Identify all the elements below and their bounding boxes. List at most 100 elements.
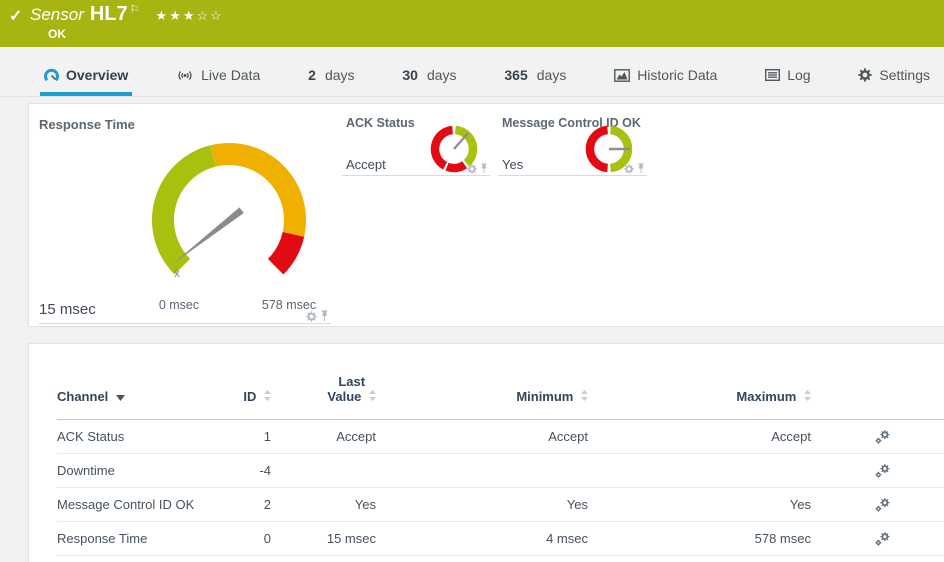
sensor-title-prefix: Sensor xyxy=(30,5,84,24)
gauge-title: Response Time xyxy=(39,117,135,132)
sensor-header: ✓ Sensor HL7⚐ ★★★☆☆ OK xyxy=(0,0,944,47)
tab-log[interactable]: Log xyxy=(761,57,814,96)
tab-label: Settings xyxy=(879,67,930,83)
gauge-settings-gear-icon[interactable] xyxy=(624,164,634,174)
average-marker: x̄ xyxy=(174,268,180,280)
stars-filled: ★★★ xyxy=(156,8,197,23)
column-header-last-value[interactable]: Last Value xyxy=(271,368,376,420)
cell-maximum: Yes xyxy=(588,488,811,522)
column-label: Last xyxy=(338,374,365,389)
gear-icon xyxy=(858,68,872,82)
tab-label: Historic Data xyxy=(637,67,717,83)
cell-channel[interactable]: Message Control ID OK xyxy=(57,488,217,522)
column-header-id[interactable]: ID xyxy=(217,368,271,420)
cell-minimum: Accept xyxy=(376,420,588,454)
cell-channel[interactable]: Downtime xyxy=(57,454,217,488)
gauge-value: Accept xyxy=(346,157,386,172)
tab-label: Live Data xyxy=(201,67,260,83)
response-time-gauge: x̄ xyxy=(141,132,321,292)
tab-number: 365 xyxy=(504,67,527,83)
cell-channel[interactable]: Response Time xyxy=(57,522,217,556)
channel-settings-icon[interactable] xyxy=(875,430,944,444)
priority-flag-icon[interactable]: ⚐ xyxy=(130,4,140,16)
gauge-value: Yes xyxy=(502,157,523,172)
cell-minimum xyxy=(376,454,588,488)
tab-label: Overview xyxy=(66,67,128,83)
column-label: Channel xyxy=(57,389,108,404)
gauge-tile-response-time: Response Time x̄ 0 msec 578 msec 15 msec xyxy=(39,112,331,324)
cell-last-value: 15 msec xyxy=(271,522,376,556)
log-icon xyxy=(765,69,780,81)
tab-label: Log xyxy=(787,67,810,83)
gauge-tile-actions xyxy=(467,163,488,174)
column-header-minimum[interactable]: Minimum xyxy=(376,368,588,420)
cell-last-value xyxy=(271,454,376,488)
gauge-tile-actions xyxy=(306,310,329,322)
gauge-settings-gear-icon[interactable] xyxy=(306,311,317,322)
column-header-actions xyxy=(811,368,944,420)
gauge-scale-min: 0 msec xyxy=(144,298,214,312)
sort-icon xyxy=(369,390,376,401)
column-label: ID xyxy=(243,389,256,404)
stars-empty: ☆☆ xyxy=(197,8,224,23)
channel-table: Channel ID Last Value xyxy=(57,368,944,556)
gauge-icon xyxy=(44,68,59,83)
column-label: Value xyxy=(327,389,361,404)
gauge-pin-icon[interactable] xyxy=(320,310,329,322)
column-header-maximum[interactable]: Maximum xyxy=(588,368,811,420)
cell-maximum: 578 msec xyxy=(588,522,811,556)
cell-id: 1 xyxy=(217,420,271,454)
cell-maximum xyxy=(588,454,811,488)
broadcast-icon xyxy=(176,69,194,82)
channel-settings-icon[interactable] xyxy=(875,532,944,546)
cell-last-value: Yes xyxy=(271,488,376,522)
table-row[interactable]: Message Control ID OK 2 Yes Yes Yes xyxy=(57,488,944,522)
table-header-row: Channel ID Last Value xyxy=(57,368,944,420)
tab-label: days xyxy=(537,67,567,83)
tab-label: days xyxy=(325,67,355,83)
tab-label: days xyxy=(427,67,457,83)
status-check-icon: ✓ xyxy=(9,6,22,26)
overview-gauges-panel: Response Time x̄ 0 msec 578 msec 15 msec… xyxy=(28,103,944,327)
table-row[interactable]: Response Time 0 15 msec 4 msec 578 msec xyxy=(57,522,944,556)
cell-id: 0 xyxy=(217,522,271,556)
cell-minimum: 4 msec xyxy=(376,522,588,556)
gauge-tile-ack-status: ACK Status Accept xyxy=(342,116,490,176)
gauge-settings-gear-icon[interactable] xyxy=(467,164,477,174)
gauge-title: ACK Status xyxy=(346,116,415,130)
channel-settings-icon[interactable] xyxy=(875,464,944,478)
cell-id: 2 xyxy=(217,488,271,522)
sensor-name: HL7 xyxy=(90,3,128,25)
column-header-channel[interactable]: Channel xyxy=(57,368,217,420)
table-row[interactable]: Downtime -4 xyxy=(57,454,944,488)
tab-number: 2 xyxy=(308,67,316,83)
cell-last-value: Accept xyxy=(271,420,376,454)
table-row[interactable]: ACK Status 1 Accept Accept Accept xyxy=(57,420,944,454)
sort-icon xyxy=(581,390,588,401)
gauge-pin-icon[interactable] xyxy=(637,163,645,174)
tab-live-data[interactable]: Live Data xyxy=(172,57,264,96)
channel-settings-icon[interactable] xyxy=(875,498,944,512)
cell-channel[interactable]: ACK Status xyxy=(57,420,217,454)
tab-settings[interactable]: Settings xyxy=(854,57,934,96)
cell-minimum: Yes xyxy=(376,488,588,522)
tab-historic-data[interactable]: Historic Data xyxy=(610,57,721,96)
tab-overview[interactable]: Overview xyxy=(40,57,132,96)
column-label: Maximum xyxy=(736,389,796,404)
status-badge: OK xyxy=(48,27,66,41)
tab-365-days[interactable]: 365 days xyxy=(500,57,570,96)
gauge-tile-actions xyxy=(624,163,645,174)
tab-30-days[interactable]: 30 days xyxy=(398,57,460,96)
gauge-pin-icon[interactable] xyxy=(480,163,488,174)
sort-icon xyxy=(804,390,811,401)
tab-bar: Overview Live Data 2 days 30 days 365 da… xyxy=(0,47,944,97)
sort-desc-icon xyxy=(116,395,125,401)
sort-icon xyxy=(264,390,271,401)
gauge-value: 15 msec xyxy=(39,301,96,318)
cell-maximum: Accept xyxy=(588,420,811,454)
priority-stars[interactable]: ★★★☆☆ xyxy=(156,8,224,23)
chart-icon xyxy=(614,69,630,82)
cell-id: -4 xyxy=(217,454,271,488)
column-label: Minimum xyxy=(516,389,573,404)
tab-2-days[interactable]: 2 days xyxy=(304,57,358,96)
